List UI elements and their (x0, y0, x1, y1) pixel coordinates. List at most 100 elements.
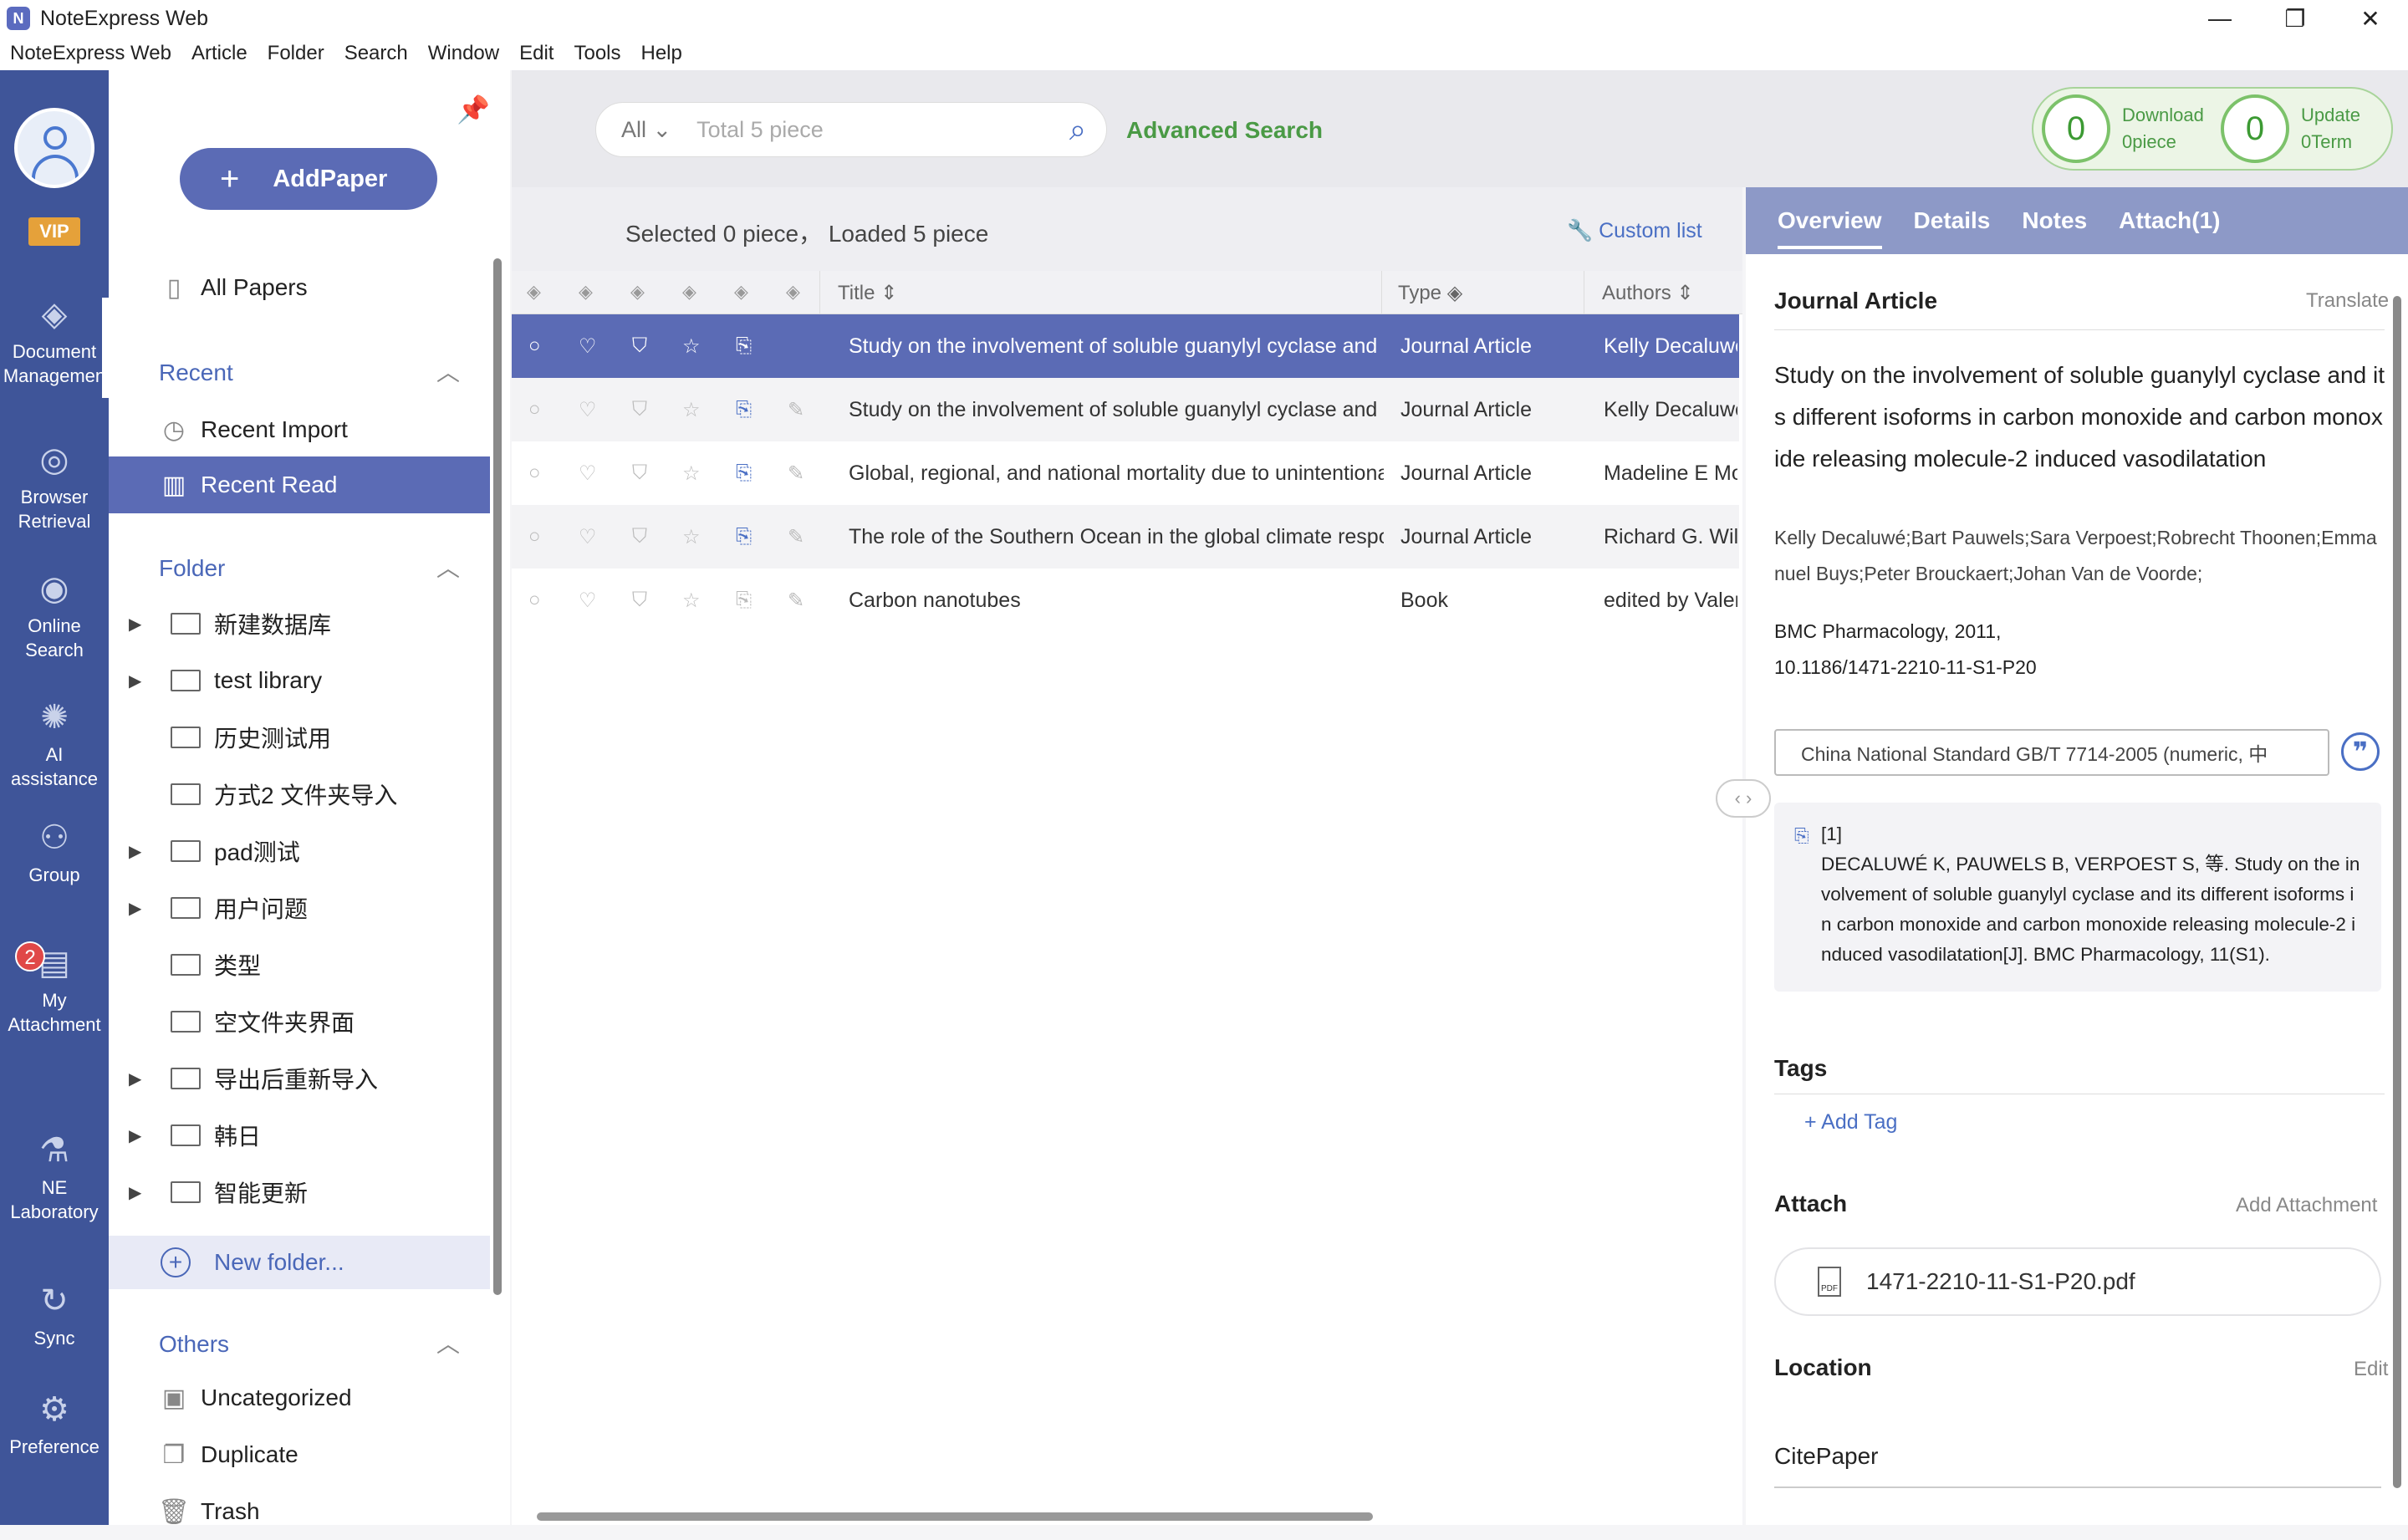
rail-ai-assistance[interactable]: ✺ AI assistance (0, 699, 109, 791)
add-tag-button[interactable]: + Add Tag (1804, 1110, 1897, 1135)
menu-edit[interactable]: Edit (519, 42, 554, 65)
folder-item[interactable]: ▶ 智能更新 (109, 1164, 490, 1221)
pin-icon[interactable]: 📌 (457, 94, 490, 125)
select-circle-icon[interactable]: ○ (528, 334, 541, 358)
heart-icon[interactable]: ♡ (579, 589, 597, 613)
heart-icon[interactable]: ♡ (579, 525, 597, 549)
table-row[interactable]: ○ ♡ ⛉ ☆ ⎘ Study on the involvement of so… (512, 314, 1739, 378)
menu-window[interactable]: Window (428, 42, 499, 65)
copy-icon[interactable]: ⎘ (1794, 821, 1809, 851)
expand-arrow-icon[interactable]: ▶ (129, 841, 154, 862)
recent-read-item[interactable]: ▥ Recent Read (109, 456, 490, 513)
table-row[interactable]: ○ ♡ ⛉ ☆ ⎘ ✎ Carbon nanotubes Book edited… (512, 569, 1739, 632)
pencil-icon[interactable]: ✎ (788, 398, 804, 422)
table-row[interactable]: ○ ♡ ⛉ ☆ ⎘ ✎ Global, regional, and nation… (512, 441, 1739, 505)
uncategorized-item[interactable]: ▣ Uncategorized (109, 1369, 490, 1426)
bookmark-icon[interactable]: ⛉ (632, 461, 647, 485)
tab-overview[interactable]: Overview (1778, 207, 1882, 249)
col-authors[interactable]: Authors ⇕ (1602, 281, 1694, 305)
rail-preference[interactable]: ⚙ Preference (0, 1391, 109, 1459)
bookmark-icon[interactable]: ⛉ (632, 398, 647, 421)
paperclip-icon[interactable]: ⎘ (736, 461, 752, 485)
left-panel-scrollbar[interactable] (493, 258, 502, 1295)
menu-search[interactable]: Search (344, 42, 408, 65)
folder-item[interactable]: ▶ 导出后重新导入 (109, 1050, 490, 1107)
add-attachment-link[interactable]: Add Attachment (2236, 1194, 2377, 1217)
menu-help[interactable]: Help (641, 42, 682, 65)
restore-button[interactable]: ❐ (2258, 0, 2333, 37)
expand-arrow-icon[interactable]: ▶ (129, 898, 154, 919)
col-layer-icon[interactable]: ◈ (734, 281, 748, 303)
collapse-recent-icon[interactable]: ︿ (436, 354, 460, 388)
close-button[interactable]: ✕ (2333, 0, 2408, 37)
recent-import-item[interactable]: ◷ Recent Import (109, 401, 490, 458)
trash-item[interactable]: 🗑 Trash (109, 1483, 490, 1540)
pencil-icon[interactable]: ✎ (788, 461, 804, 486)
custom-list-button[interactable]: 🔧 Custom list (1567, 219, 1702, 243)
search-input[interactable]: Total 5 piece (696, 117, 1069, 143)
col-type[interactable]: Type ◈ (1398, 281, 1462, 305)
vip-badge[interactable]: VIP (28, 217, 80, 246)
tab-details[interactable]: Details (1914, 207, 1991, 234)
menu-folder[interactable]: Folder (268, 42, 324, 65)
folder-item[interactable]: 历史测试用 (109, 709, 490, 766)
expand-arrow-icon[interactable]: ▶ (129, 1125, 154, 1146)
expand-arrow-icon[interactable]: ▶ (129, 614, 154, 635)
bookmark-icon[interactable]: ⛉ (632, 525, 647, 548)
attachment-item[interactable]: PDF 1471-2210-11-S1-P20.pdf (1774, 1247, 2381, 1316)
folder-item[interactable]: ▶ 韩日 (109, 1107, 490, 1164)
citation-style-select[interactable]: China National Standard GB/T 7714-2005 (… (1774, 729, 2329, 776)
menu-noteexpress[interactable]: NoteExpress Web (10, 42, 171, 65)
user-avatar[interactable] (14, 108, 94, 188)
col-layer-icon[interactable]: ◈ (786, 281, 800, 303)
folder-item[interactable]: 方式2 文件夹导入 (109, 766, 490, 823)
search-scope-select[interactable]: All ⌄ (621, 117, 671, 143)
folder-item[interactable]: ▶ pad测试 (109, 823, 490, 880)
star-icon[interactable]: ☆ (682, 398, 701, 422)
star-icon[interactable]: ☆ (682, 461, 701, 486)
collapse-folder-icon[interactable]: ︿ (436, 550, 460, 584)
folder-item[interactable]: ▶ 用户问题 (109, 880, 490, 936)
star-icon[interactable]: ☆ (682, 589, 701, 613)
rail-my-attachment[interactable]: ▤ 2 My Attachment (0, 941, 109, 1037)
table-row[interactable]: ○ ♡ ⛉ ☆ ⎘ ✎ The role of the Southern Oce… (512, 505, 1739, 569)
collapse-others-icon[interactable]: ︿ (436, 1326, 460, 1359)
folder-item[interactable]: 类型 (109, 936, 490, 993)
menu-article[interactable]: Article (191, 42, 247, 65)
select-circle-icon[interactable]: ○ (528, 461, 541, 485)
col-layer-icon[interactable]: ◈ (579, 281, 593, 303)
rail-sync[interactable]: ↻ Sync (0, 1282, 109, 1350)
select-circle-icon[interactable]: ○ (528, 589, 541, 612)
advanced-search-link[interactable]: Advanced Search (1126, 117, 1323, 144)
col-title[interactable]: Title ⇕ (838, 281, 897, 305)
bookmark-icon[interactable]: ⛉ (632, 334, 647, 358)
paperclip-icon[interactable]: ⎘ (736, 334, 752, 358)
star-icon[interactable]: ☆ (682, 525, 701, 549)
star-icon[interactable]: ☆ (682, 334, 701, 359)
heart-icon[interactable]: ♡ (579, 334, 597, 359)
col-layer-icon[interactable]: ◈ (682, 281, 696, 303)
location-edit-link[interactable]: Edit (2354, 1358, 2388, 1381)
tab-notes[interactable]: Notes (2022, 207, 2087, 234)
source-doi[interactable]: 10.1186/1471-2210-11-S1-P20 (1774, 650, 2037, 686)
heart-icon[interactable]: ♡ (579, 461, 597, 486)
minimize-button[interactable]: — (2182, 0, 2258, 37)
search-box[interactable]: All ⌄ Total 5 piece ⌕ (595, 102, 1107, 157)
heart-icon[interactable]: ♡ (579, 398, 597, 422)
rail-browser-retrieval[interactable]: ◎ Browser Retrieval (0, 441, 109, 533)
translate-link[interactable]: Translate (2306, 289, 2389, 313)
expand-arrow-icon[interactable]: ▶ (129, 671, 154, 691)
paperclip-icon[interactable]: ⎘ (736, 398, 752, 421)
col-layer-icon[interactable]: ◈ (630, 281, 645, 303)
pencil-icon[interactable]: ✎ (788, 589, 804, 613)
bookmark-icon[interactable]: ⛉ (632, 589, 647, 612)
add-paper-button[interactable]: + AddPaper (180, 148, 437, 210)
expand-arrow-icon[interactable]: ▶ (129, 1182, 154, 1203)
tab-attach[interactable]: Attach(1) (2119, 207, 2220, 234)
rail-group[interactable]: ⚇ Group (0, 819, 109, 887)
paperclip-icon[interactable]: ⎘ (736, 589, 752, 612)
select-circle-icon[interactable]: ○ (528, 525, 541, 548)
update-counter[interactable]: 0 Update 0Term (2221, 94, 2391, 163)
duplicate-item[interactable]: ❐ Duplicate (109, 1426, 490, 1483)
folder-item[interactable]: 空文件夹界面 (109, 993, 490, 1050)
